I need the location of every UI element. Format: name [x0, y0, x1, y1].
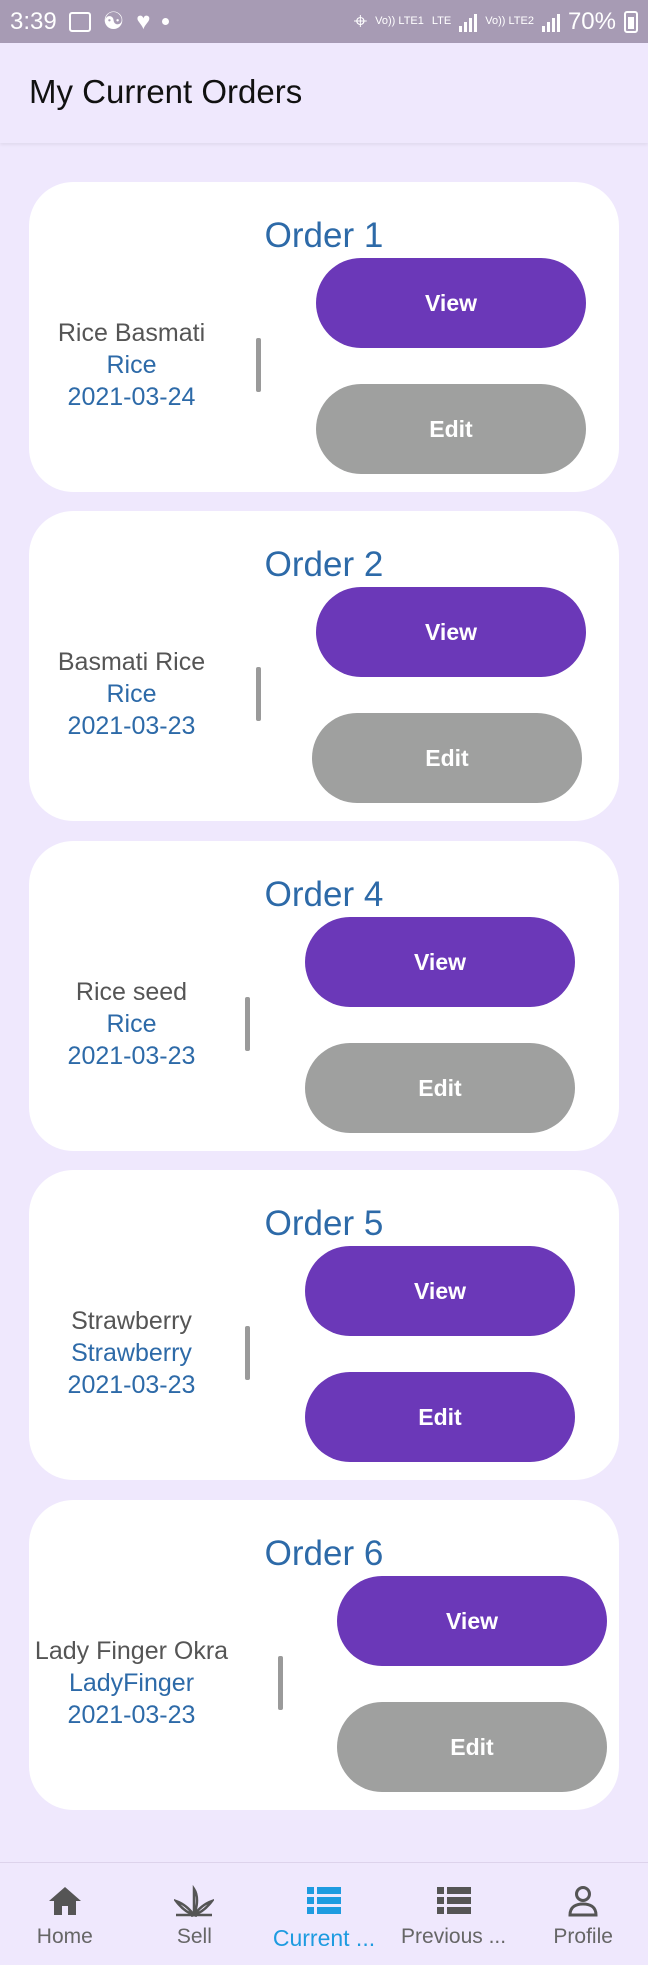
- edit-button[interactable]: Edit: [305, 1372, 575, 1462]
- product-category: Strawberry: [71, 1339, 192, 1367]
- status-time: 3:39: [10, 7, 57, 35]
- order-date: 2021-03-24: [67, 383, 196, 411]
- product-name: Basmati Rice: [57, 648, 206, 676]
- product-name: Strawberry: [71, 1307, 192, 1335]
- nav-sell-label: Sell: [176, 1925, 212, 1948]
- view-button[interactable]: View: [305, 1246, 575, 1336]
- vertical-divider: [245, 997, 250, 1051]
- page-title: My Current Orders: [29, 73, 303, 110]
- lte-label: LTE: [431, 15, 452, 27]
- nav-current-orders[interactable]: Current ...: [259, 1863, 389, 1965]
- nav-home[interactable]: Home: [0, 1863, 130, 1965]
- order-card: Order 6 Lady Finger Okra LadyFinger 2021…: [29, 1500, 619, 1810]
- app-bar: My Current Orders: [0, 43, 648, 143]
- view-button[interactable]: View: [316, 587, 586, 677]
- signal2-icon: [541, 12, 560, 32]
- view-button[interactable]: View: [316, 258, 586, 348]
- order-title: Order 5: [264, 1204, 384, 1243]
- product-name: Lady Finger Okra: [34, 1637, 229, 1665]
- order-card: Order 4 Rice seed Rice 2021-03-23 View E…: [29, 841, 619, 1151]
- status-bar: 3:39 ☯ ♥ ⌖ Vo)) LTE1 LTE Vo)) LTE2 70%: [0, 0, 648, 43]
- order-card: Order 5 Strawberry Strawberry 2021-03-23…: [29, 1170, 619, 1480]
- order-date: 2021-03-23: [67, 1701, 196, 1729]
- vertical-divider: [278, 1656, 283, 1710]
- vertical-divider: [256, 667, 261, 721]
- home-icon: [45, 1883, 85, 1919]
- edit-button[interactable]: Edit: [305, 1043, 575, 1133]
- order-title: Order 1: [264, 216, 384, 255]
- nav-previous-label: Previous ...: [401, 1925, 507, 1948]
- edit-button[interactable]: Edit: [312, 713, 582, 803]
- nav-profile[interactable]: Profile: [518, 1863, 648, 1965]
- plant-icon: [174, 1883, 215, 1919]
- view-button[interactable]: View: [305, 917, 575, 1007]
- gallery-icon: [68, 11, 91, 32]
- vertical-divider: [245, 1326, 250, 1380]
- wifi-icon: ⌖: [353, 7, 368, 35]
- heart-icon: ♥: [136, 7, 151, 35]
- order-info: Strawberry Strawberry 2021-03-23: [29, 1305, 234, 1401]
- vertical-divider: [256, 338, 261, 392]
- notification-icon: ☯: [102, 8, 125, 35]
- battery-icon: [624, 10, 638, 33]
- order-title: Order 2: [264, 545, 384, 584]
- volte2-label: Vo)) LTE2: [485, 15, 534, 27]
- view-button[interactable]: View: [337, 1576, 607, 1666]
- order-card: Order 1 Rice Basmati Rice 2021-03-24 Vie…: [29, 182, 619, 492]
- order-title: Order 6: [264, 1534, 384, 1573]
- list-icon: [434, 1883, 474, 1919]
- nav-previous-orders[interactable]: Previous ...: [389, 1863, 519, 1965]
- battery-percent: 70%: [567, 7, 616, 35]
- edit-button[interactable]: Edit: [337, 1702, 607, 1792]
- product-category: Rice: [106, 1010, 157, 1038]
- product-category: Rice: [106, 680, 157, 708]
- more-notifications-icon: [162, 18, 170, 25]
- order-date: 2021-03-23: [67, 1371, 196, 1399]
- person-icon: [563, 1883, 603, 1919]
- product-category: Rice: [106, 351, 157, 379]
- product-category: LadyFinger: [68, 1669, 195, 1697]
- order-info: Rice seed Rice 2021-03-23: [29, 976, 234, 1072]
- order-date: 2021-03-23: [67, 712, 196, 740]
- order-card: Order 2 Basmati Rice Rice 2021-03-23 Vie…: [29, 511, 619, 821]
- nav-home-label: Home: [36, 1925, 93, 1948]
- order-info: Lady Finger Okra LadyFinger 2021-03-23: [29, 1635, 234, 1731]
- signal-icon: [459, 12, 478, 32]
- bottom-navigation: Home Sell Current ... Previous ... Profi…: [0, 1862, 648, 1965]
- nav-sell[interactable]: Sell: [130, 1863, 260, 1965]
- volte1-label: Vo)) LTE1: [375, 15, 424, 27]
- edit-button[interactable]: Edit: [316, 384, 586, 474]
- list-icon: [304, 1883, 344, 1919]
- product-name: Rice seed: [75, 978, 188, 1006]
- product-name: Rice Basmati: [57, 319, 206, 347]
- order-title: Order 4: [264, 875, 384, 914]
- order-info: Rice Basmati Rice 2021-03-24: [29, 317, 234, 413]
- nav-current-label: Current ...: [272, 1925, 376, 1951]
- order-info: Basmati Rice Rice 2021-03-23: [29, 646, 234, 742]
- order-date: 2021-03-23: [67, 1042, 196, 1070]
- nav-profile-label: Profile: [553, 1925, 613, 1948]
